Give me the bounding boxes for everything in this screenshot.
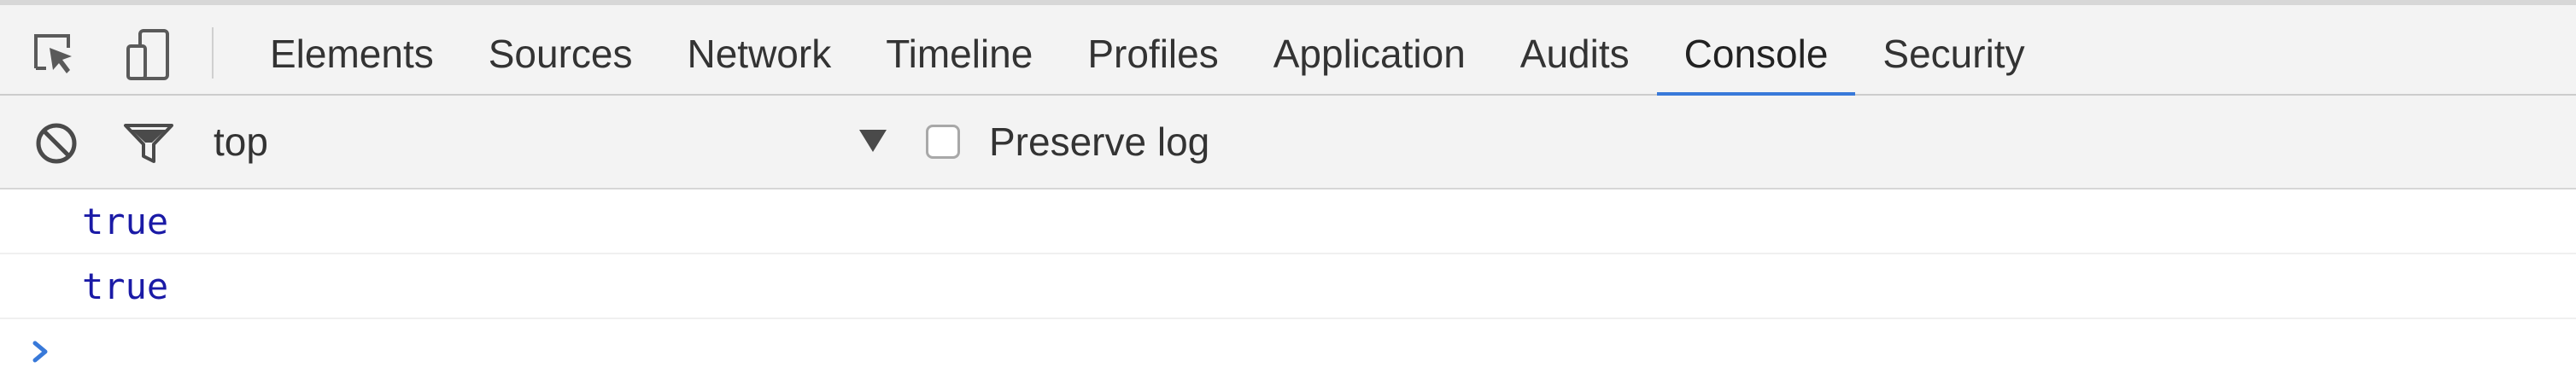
- console-prompt[interactable]: [0, 319, 2576, 379]
- tab-network[interactable]: Network: [660, 5, 859, 96]
- inspect-element-icon[interactable]: [31, 31, 79, 79]
- console-message: true: [0, 254, 2576, 319]
- panel-tabs: Elements Sources Network Timeline Profil…: [243, 5, 2052, 97]
- tab-elements[interactable]: Elements: [243, 5, 461, 96]
- context-selector[interactable]: top: [214, 114, 888, 169]
- devtools-window: Elements Sources Network Timeline Profil…: [0, 0, 2576, 379]
- toolbar-divider: [212, 27, 214, 79]
- preserve-log-option[interactable]: Preserve log: [926, 114, 1209, 169]
- tab-security[interactable]: Security: [1855, 5, 2052, 96]
- console-message-value: true: [82, 265, 169, 307]
- device-toolbar-icon[interactable]: [125, 29, 173, 80]
- devtools-tabbar: Elements Sources Network Timeline Profil…: [0, 0, 2576, 97]
- tab-audits[interactable]: Audits: [1493, 5, 1657, 96]
- tab-profiles[interactable]: Profiles: [1060, 5, 1245, 96]
- filter-icon[interactable]: [123, 118, 174, 169]
- tab-sources[interactable]: Sources: [461, 5, 660, 96]
- console-messages: true true: [0, 190, 2576, 379]
- prompt-chevron-icon: [31, 339, 51, 369]
- tab-application[interactable]: Application: [1246, 5, 1493, 96]
- clear-console-icon[interactable]: [31, 118, 82, 169]
- console-toolbar: top Preserve log: [0, 96, 2576, 190]
- tab-timeline[interactable]: Timeline: [858, 5, 1060, 96]
- preserve-log-checkbox[interactable]: [926, 125, 960, 159]
- tab-console[interactable]: Console: [1656, 5, 1856, 97]
- context-selector-label: top: [214, 120, 268, 164]
- preserve-log-label: Preserve log: [989, 120, 1210, 164]
- dropdown-triangle-icon: [858, 126, 888, 158]
- console-message-value: true: [82, 200, 169, 242]
- console-message: true: [0, 190, 2576, 254]
